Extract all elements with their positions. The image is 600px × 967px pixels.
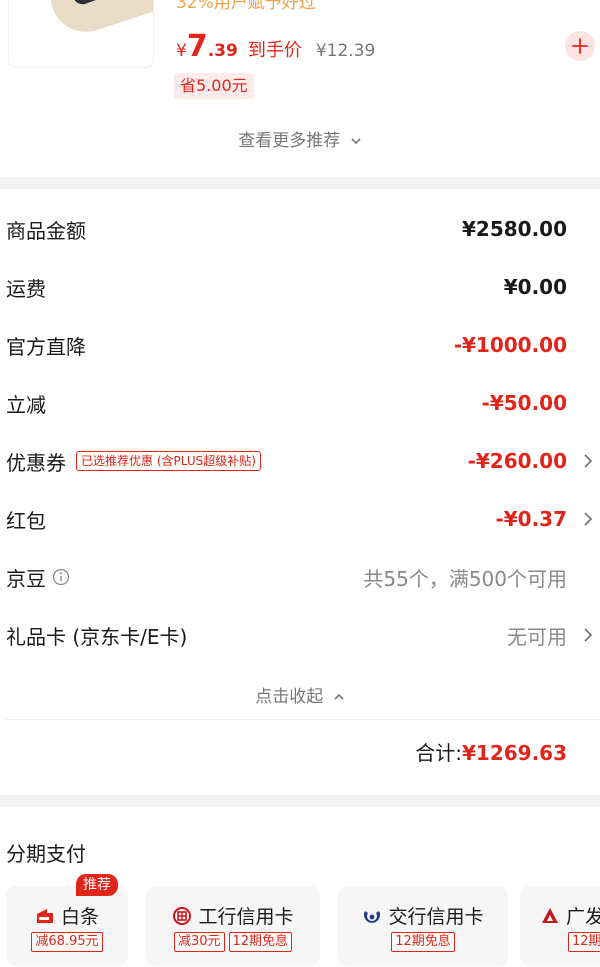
more-recommendations-label: 查看更多推荐 bbox=[238, 131, 341, 151]
recommended-product-card[interactable]: 32%用户赋予好过 ¥ 7 .39 到手价 ¥12.39 省5.00元 bbox=[0, 0, 600, 110]
collapse-toggle[interactable]: 点击收起 bbox=[0, 682, 600, 707]
row-label: 礼品卡 (京东卡/E卡) bbox=[6, 624, 188, 649]
row-value: -¥260.00 bbox=[467, 449, 567, 473]
row-value: -¥50.00 bbox=[481, 391, 567, 415]
summary-row-goods-amount: 商品金额 ¥2580.00 bbox=[0, 200, 600, 258]
info-icon[interactable] bbox=[52, 568, 70, 586]
order-total: 合计:¥1269.63 bbox=[415, 737, 567, 766]
save-badge: 省5.00元 bbox=[174, 73, 254, 99]
price-currency: ¥ bbox=[176, 41, 187, 61]
row-value: 无可用 bbox=[507, 624, 567, 649]
bocom-icon bbox=[364, 910, 381, 923]
price-integer: 7 bbox=[186, 29, 208, 64]
option-tag: 12期 bbox=[568, 932, 600, 952]
plus-icon bbox=[572, 38, 588, 54]
chevron-right-icon bbox=[584, 454, 593, 468]
recommend-badge: 推荐 bbox=[76, 874, 118, 896]
row-label: 运费 bbox=[6, 276, 46, 301]
summary-row-red-packet[interactable]: 红包 -¥0.37 bbox=[0, 490, 600, 548]
row-value: -¥0.37 bbox=[495, 507, 567, 531]
installment-option-bocom[interactable]: 交行信用卡 12期免息 bbox=[338, 886, 508, 966]
icbc-icon bbox=[173, 906, 192, 925]
row-label: 立减 bbox=[6, 392, 46, 417]
section-divider bbox=[0, 177, 600, 189]
installment-options: 推荐 白条 减68.95元 工行信用卡 减30元 12期免息 交行信用卡 12期… bbox=[6, 874, 600, 967]
option-name: 白条 bbox=[60, 906, 99, 928]
price-summary: 商品金额 ¥2580.00 运费 ¥0.00 官方直降 -¥1000.00 立减… bbox=[0, 200, 600, 664]
installment-option-icbc[interactable]: 工行信用卡 减30元 12期免息 bbox=[146, 886, 320, 966]
original-price: ¥12.39 bbox=[315, 41, 376, 61]
row-label: 官方直降 bbox=[6, 334, 86, 359]
price-label: 到手价 bbox=[247, 40, 302, 61]
row-label: 商品金额 bbox=[6, 218, 86, 243]
option-tag: 减30元 bbox=[173, 932, 225, 952]
row-label: 优惠券 bbox=[6, 450, 66, 475]
option-name: 广发 bbox=[566, 906, 600, 928]
more-recommendations-link[interactable]: 查看更多推荐 bbox=[0, 126, 600, 151]
add-to-cart-button[interactable] bbox=[565, 31, 595, 61]
row-value: 共55个，满500个可用 bbox=[363, 566, 567, 591]
option-tag: 减68.95元 bbox=[31, 932, 103, 952]
product-tagline: 32%用户赋予好过 bbox=[176, 0, 316, 13]
chevron-right-icon bbox=[584, 628, 593, 642]
summary-row-official-discount: 官方直降 -¥1000.00 bbox=[0, 316, 600, 374]
baitiao-icon bbox=[36, 908, 53, 923]
option-name: 交行信用卡 bbox=[388, 906, 484, 928]
row-value: ¥0.00 bbox=[503, 275, 567, 299]
row-value: -¥1000.00 bbox=[453, 333, 567, 357]
option-name: 工行信用卡 bbox=[198, 906, 294, 928]
summary-row-gift-card[interactable]: 礼品卡 (京东卡/E卡) 无可用 bbox=[0, 606, 600, 664]
section-divider bbox=[0, 795, 600, 807]
chevron-down-icon bbox=[351, 138, 361, 145]
row-label: 红包 bbox=[6, 508, 46, 533]
product-price: ¥ 7 .39 到手价 ¥12.39 bbox=[176, 32, 375, 66]
summary-row-jd-beans: 京豆 共55个，满500个可用 bbox=[0, 548, 600, 606]
row-value: ¥2580.00 bbox=[461, 217, 567, 241]
price-decimal: .39 bbox=[207, 41, 238, 61]
option-tag: 12期免息 bbox=[391, 932, 455, 952]
total-value: ¥1269.63 bbox=[461, 741, 567, 765]
chevron-right-icon bbox=[584, 512, 593, 526]
row-label: 京豆 bbox=[6, 566, 46, 591]
divider bbox=[6, 719, 600, 720]
product-thumbnail[interactable] bbox=[8, 0, 154, 68]
summary-row-instant-discount: 立减 -¥50.00 bbox=[0, 374, 600, 432]
summary-row-shipping: 运费 ¥0.00 bbox=[0, 258, 600, 316]
total-label: 合计: bbox=[415, 741, 462, 765]
installment-option-cgb[interactable]: 广发 12期 bbox=[520, 886, 600, 966]
collapse-label: 点击收起 bbox=[255, 687, 324, 707]
option-tag: 12期免息 bbox=[228, 932, 293, 952]
installment-option-baitiao[interactable]: 推荐 白条 减68.95元 bbox=[6, 874, 128, 966]
summary-row-coupon[interactable]: 优惠券 已选推荐优惠 (含PLUS超级补贴) -¥260.00 bbox=[0, 432, 600, 490]
installment-title: 分期支付 bbox=[6, 842, 86, 866]
coupon-tag: 已选推荐优惠 (含PLUS超级补贴) bbox=[76, 451, 261, 471]
chevron-up-icon bbox=[334, 693, 344, 700]
cgb-icon bbox=[542, 907, 558, 923]
